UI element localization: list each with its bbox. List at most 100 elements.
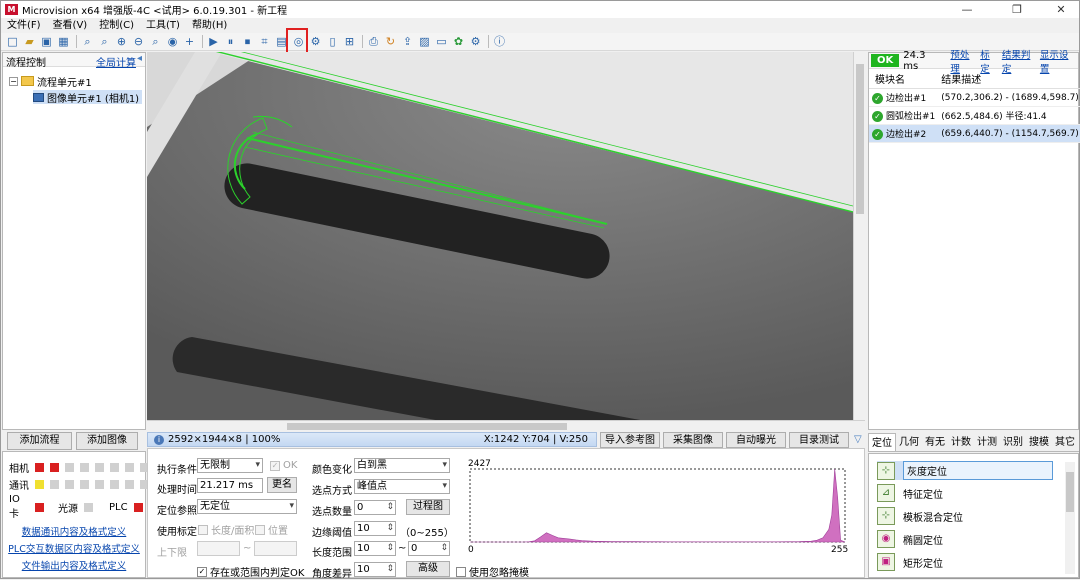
zoom-fit-icon[interactable]: ⌕ [80, 34, 95, 49]
tool-ellipse-locate[interactable]: ◉ 椭圆定位 [877, 530, 943, 548]
tab-measure[interactable]: 计测 [974, 433, 1000, 451]
tab-other[interactable]: 其它 [1052, 433, 1078, 451]
info-icon[interactable]: ⓘ [492, 34, 507, 49]
color-change-select[interactable]: 白到黑 [354, 458, 450, 473]
viewer-horizontal-scrollbar[interactable] [147, 420, 865, 431]
length-min-stepper[interactable]: 10 [354, 541, 396, 556]
picture-icon[interactable]: ▨ [417, 34, 432, 49]
stop-icon[interactable]: ⏹ [240, 34, 255, 49]
plugin-icon[interactable]: ✿ [451, 34, 466, 49]
new-file-icon[interactable]: □ [5, 34, 20, 49]
pin-icon[interactable]: ◂ [137, 53, 142, 64]
table-row[interactable]: ✓ 圆弧检出#1 (662.5,484.6) 半径:41.4 [869, 106, 1080, 125]
grid-icon[interactable]: ▦ [56, 34, 71, 49]
exist-ok-checkbox[interactable]: ✓ 存在或范围内判定OK [197, 564, 304, 579]
collapse-icon[interactable]: − [9, 76, 18, 86]
zoom-in-icon[interactable]: ⊕ [114, 34, 129, 49]
select-mode-select[interactable]: 峰值点 [354, 479, 450, 494]
length-max-stepper[interactable]: 0 [408, 541, 450, 556]
export-icon[interactable]: ⇪ [400, 34, 415, 49]
upper-limit-field[interactable] [254, 541, 297, 556]
pause-icon[interactable]: ⏸ [223, 34, 238, 49]
minimize-icon[interactable]: — [951, 1, 983, 18]
proc-time-field[interactable]: 21.217 ms [197, 478, 263, 493]
global-calc-link[interactable]: 全局计算 [96, 54, 136, 69]
menu-tools[interactable]: 工具(T) [140, 18, 186, 33]
capture-image-button[interactable]: 采集图像 [663, 432, 723, 448]
crop-icon[interactable]: ⌗ [257, 34, 272, 49]
display-settings-link[interactable]: 显示设置 [1040, 47, 1073, 75]
viewer-vertical-scrollbar[interactable] [853, 52, 865, 420]
tool-rect-locate[interactable]: ▣ 矩形定位 [877, 553, 943, 571]
close-icon[interactable]: ✕ [1045, 1, 1077, 18]
menu-help[interactable]: 帮助(H) [186, 18, 233, 33]
plc-data-format-link[interactable]: PLC交互数据区内容及格式定义 [3, 541, 145, 555]
calibration-link[interactable]: 标定 [980, 47, 997, 75]
zoom-actual-icon[interactable]: ⌕ [97, 34, 112, 49]
tab-presence[interactable]: 有无 [922, 433, 948, 451]
exec-cond-label: 执行条件 [157, 465, 197, 476]
eye-icon[interactable]: ◉ [165, 34, 180, 49]
import-reference-button[interactable]: 导入参考图 [600, 432, 660, 448]
print-icon[interactable]: ⎙ [366, 34, 381, 49]
zoom-out-icon[interactable]: ⊖ [131, 34, 146, 49]
table-row[interactable]: ✓ 边检出#2 (659.6,440.7) - (1154.7,569.7) [869, 124, 1080, 143]
position-checkbox[interactable]: 位置 [255, 522, 288, 537]
tool-template-mix-locate[interactable]: ⊹ 模板混合定位 [877, 507, 963, 525]
collapse-icon[interactable]: ▽ [854, 434, 862, 445]
gear-icon[interactable]: ⚙ [468, 34, 483, 49]
tab-count[interactable]: 计数 [948, 433, 974, 451]
ok-checkbox[interactable]: ✓ OK [270, 460, 297, 471]
save-icon[interactable]: ▣ [39, 34, 54, 49]
viewer-vertical-scrollbar-thumb[interactable] [856, 64, 864, 214]
open-folder-icon[interactable]: ▰ [22, 34, 37, 49]
ignore-mask-checkbox[interactable]: 使用忽略掩模 [456, 564, 529, 579]
advanced-button[interactable]: 高级 [406, 561, 450, 577]
tool-list-scrollbar[interactable] [1065, 462, 1075, 574]
maximize-icon[interactable]: ❐ [1001, 1, 1033, 18]
auto-exposure-button[interactable]: 自动曝光 [726, 432, 786, 448]
menu-file[interactable]: 文件(F) [1, 18, 47, 33]
crosshair-icon[interactable]: + [182, 34, 197, 49]
window-icon[interactable]: ▭ [434, 34, 449, 49]
tool-gray-locate[interactable]: ⊹ 灰度定位 [877, 461, 1053, 480]
settings-icon[interactable]: ⚙ [308, 34, 323, 49]
tab-search-model[interactable]: 搜模 [1026, 433, 1052, 451]
tab-geometry[interactable]: 几何 [896, 433, 922, 451]
zoom-icon[interactable]: ⌕ [148, 34, 163, 49]
viewer-horizontal-scrollbar-thumb[interactable] [287, 423, 567, 430]
tool-list-scrollbar-thumb[interactable] [1066, 472, 1074, 512]
angle-diff-stepper[interactable]: 10 [354, 562, 396, 577]
tree-node-image-unit[interactable]: 图像单元#1 (相机1) [33, 90, 143, 105]
tool-feature-locate[interactable]: ⊿ 特征定位 [877, 484, 943, 502]
menu-control[interactable]: 控制(C) [93, 18, 140, 33]
ok-checkbox-box: ✓ [270, 460, 280, 471]
menu-view[interactable]: 查看(V) [47, 18, 94, 33]
tree-node-flow[interactable]: − 流程单元#1 [9, 74, 92, 89]
exec-cond-select[interactable]: 无限制 [197, 458, 263, 473]
run-icon[interactable]: ▶ [206, 34, 221, 49]
param-window-icon[interactable]: ▯ [325, 34, 340, 49]
len-area-checkbox[interactable]: 长度/面积 [198, 522, 254, 537]
loc-ref-select[interactable]: 无定位 [197, 499, 297, 514]
rename-button[interactable]: 更名 [267, 477, 297, 493]
select-count-stepper[interactable]: 0 [354, 500, 396, 515]
camera-led [95, 463, 104, 472]
process-chart-button[interactable]: 过程图 [406, 499, 450, 515]
file-output-format-link[interactable]: 文件输出内容及格式定义 [3, 558, 145, 572]
layout-icon[interactable]: ⊞ [342, 34, 357, 49]
image-viewer[interactable] [147, 52, 853, 420]
check-icon: ✓ [872, 129, 883, 140]
data-comm-format-link[interactable]: 数据通讯内容及格式定义 [3, 524, 145, 538]
add-flow-button[interactable]: 添加流程 [7, 432, 72, 450]
table-row[interactable]: ✓ 边检出#1 (570.2,306.2) - (1689.4,598.7) [869, 88, 1080, 107]
refresh-icon[interactable]: ↻ [383, 34, 398, 49]
result-judge-link[interactable]: 结果判定 [1002, 47, 1035, 75]
add-image-button[interactable]: 添加图像 [76, 432, 138, 450]
tab-identify[interactable]: 识别 [1000, 433, 1026, 451]
directory-test-button[interactable]: 目录测试 [789, 432, 849, 448]
tab-locate[interactable]: 定位 [868, 433, 896, 451]
position-checkbox-box [255, 524, 265, 535]
lower-limit-field[interactable] [197, 541, 240, 556]
edge-thresh-stepper[interactable]: 10 [354, 521, 396, 536]
